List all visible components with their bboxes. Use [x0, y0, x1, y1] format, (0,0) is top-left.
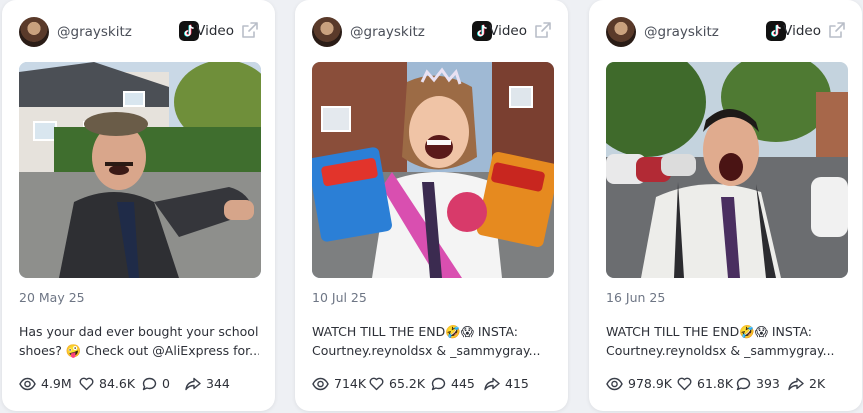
views-stat: 714K: [312, 376, 366, 391]
post-caption: Has your dad ever bought your school sho…: [19, 322, 259, 360]
views-stat: 4.9M: [19, 376, 72, 391]
shares-stat: 344: [185, 376, 230, 391]
shares-count: 344: [206, 376, 230, 391]
comment-icon: [431, 377, 446, 390]
content-type-label: Video: [489, 23, 527, 39]
post-date: 20 May 25: [19, 290, 85, 305]
card-header: @grayskitz Video: [312, 17, 552, 47]
likes-stat: 65.2K: [369, 376, 425, 391]
content-type-label: Video: [196, 23, 234, 39]
card-header: @grayskitz Video: [606, 17, 846, 47]
shares-count: 2K: [809, 376, 826, 391]
external-link-icon[interactable]: [534, 21, 552, 39]
views-count: 978.9K: [628, 376, 672, 391]
post-card[interactable]: @grayskitz Video 10 Jul 25 WATCH TILL TH…: [295, 0, 568, 411]
post-caption: WATCH TILL THE END🤣😱 INSTA: Courtney.rey…: [312, 322, 552, 360]
avatar[interactable]: [19, 17, 49, 47]
likes-count: 65.2K: [389, 376, 426, 391]
shares-count: 415: [505, 376, 529, 391]
likes-stat: 61.8K: [677, 376, 733, 391]
views-count: 4.9M: [41, 376, 72, 391]
eye-icon: [19, 377, 36, 390]
external-link-icon[interactable]: [241, 21, 259, 39]
caption-line: WATCH TILL THE END🤣😱 INSTA:: [312, 324, 519, 339]
creator-handle[interactable]: @grayskitz: [350, 24, 425, 40]
creator-handle[interactable]: @grayskitz: [57, 24, 132, 40]
likes-stat: 84.6K: [79, 376, 135, 391]
caption-line: Courtney.reynoldsx & _sammygray...: [606, 343, 835, 358]
post-card[interactable]: @grayskitz Video 16 Jun 25 WATCH TILL TH…: [589, 0, 862, 411]
thumbnail-image: [312, 62, 554, 278]
post-date: 16 Jun 25: [606, 290, 666, 305]
share-arrow-icon: [484, 377, 500, 390]
external-link-icon[interactable]: [828, 21, 846, 39]
video-thumbnail[interactable]: [606, 62, 848, 278]
avatar[interactable]: [312, 17, 342, 47]
caption-line: WATCH TILL THE END🤣😱 INSTA:: [606, 324, 813, 339]
creator-handle[interactable]: @grayskitz: [644, 24, 719, 40]
post-card[interactable]: @grayskitz Video 20 May 25 Has your dad …: [2, 0, 275, 411]
comments-stat: 0: [142, 376, 170, 391]
caption-line: Courtney.reynoldsx & _sammygray...: [312, 343, 541, 358]
share-arrow-icon: [185, 377, 201, 390]
shares-stat: 2K: [788, 376, 825, 391]
comment-icon: [142, 377, 157, 390]
comments-stat: 445: [431, 376, 475, 391]
comments-count: 0: [162, 376, 170, 391]
video-thumbnail[interactable]: [19, 62, 261, 278]
share-arrow-icon: [788, 377, 804, 390]
likes-count: 84.6K: [99, 376, 136, 391]
thumbnail-image: [19, 62, 261, 278]
heart-icon: [369, 377, 384, 390]
heart-icon: [79, 377, 94, 390]
comments-count: 393: [756, 376, 780, 391]
content-type-label: Video: [783, 23, 821, 39]
video-thumbnail[interactable]: [312, 62, 554, 278]
comments-stat: 393: [736, 376, 780, 391]
views-stat: 978.9K: [606, 376, 672, 391]
comment-icon: [736, 377, 751, 390]
views-count: 714K: [334, 376, 367, 391]
likes-count: 61.8K: [697, 376, 734, 391]
shares-stat: 415: [484, 376, 529, 391]
thumbnail-image: [606, 62, 848, 278]
caption-line: Has your dad ever bought your school: [19, 324, 259, 339]
post-date: 10 Jul 25: [312, 290, 367, 305]
heart-icon: [677, 377, 692, 390]
avatar[interactable]: [606, 17, 636, 47]
caption-line: shoes? 🤪 Check out @AliExpress for...: [19, 343, 259, 358]
eye-icon: [606, 377, 623, 390]
card-header: @grayskitz Video: [19, 17, 259, 47]
post-caption: WATCH TILL THE END🤣😱 INSTA: Courtney.rey…: [606, 322, 846, 360]
comments-count: 445: [451, 376, 475, 391]
eye-icon: [312, 377, 329, 390]
